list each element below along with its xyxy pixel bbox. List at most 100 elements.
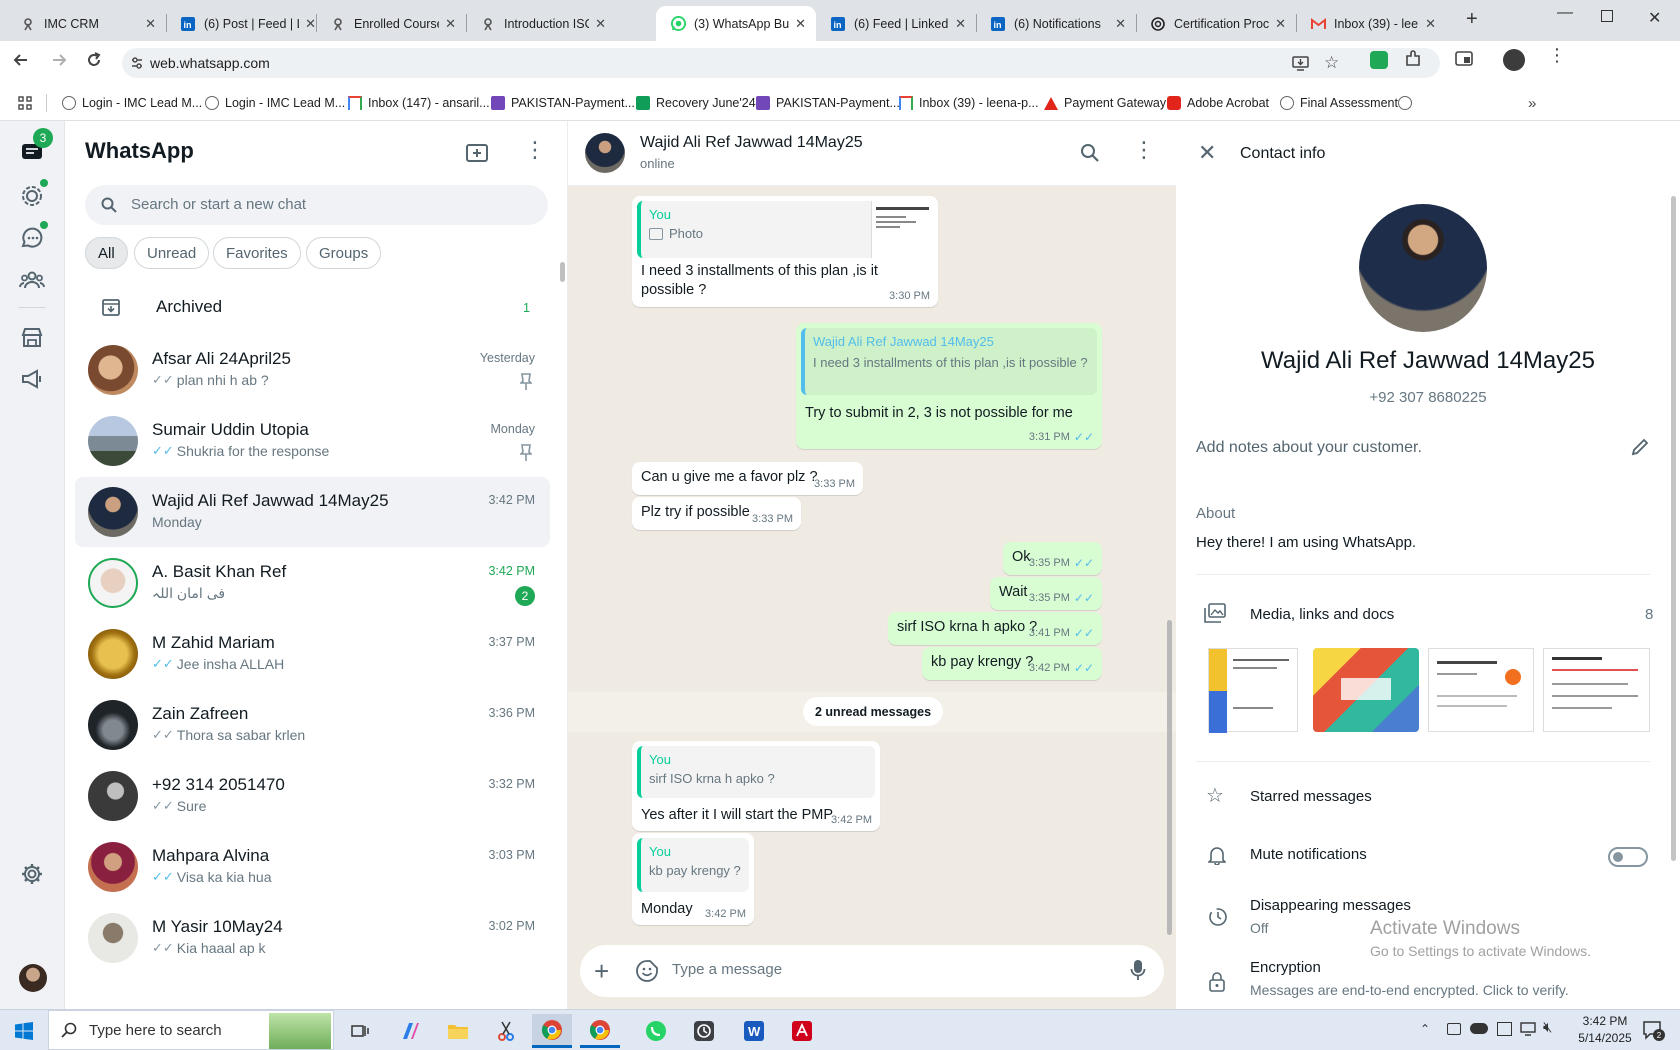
tab-introduction-iso[interactable]: Introduction ISO ✕ — [466, 6, 616, 41]
filter-unread-chip[interactable]: Unread — [134, 237, 210, 269]
filter-favorites-chip[interactable]: Favorites — [213, 237, 301, 269]
search-in-chat-icon[interactable] — [1080, 143, 1100, 163]
emoji-sticker-icon[interactable] — [636, 960, 658, 982]
media-links-docs-row[interactable]: Media, links and docs — [1250, 606, 1394, 623]
message-input[interactable]: Type a message — [672, 961, 782, 978]
bookmark-gmail-inbox-39[interactable]: Inbox (39) - leena-p... — [899, 85, 1039, 121]
tab-linkedin-feed[interactable]: in (6) Feed | Linked ✕ — [816, 6, 976, 41]
chrome-taskbar-icon[interactable] — [532, 1014, 572, 1048]
back-icon[interactable] — [12, 51, 30, 69]
message-bubble-incoming[interactable]: Plz try if possible 3:33 PM — [632, 497, 801, 530]
filter-groups-chip[interactable]: Groups — [306, 237, 382, 269]
filter-all-chip[interactable]: All — [85, 237, 128, 269]
status-icon[interactable] — [19, 179, 48, 209]
show-hidden-icons-chevron[interactable]: ⌃ — [1420, 1022, 1430, 1036]
tab-imc-crm[interactable]: IMC CRM ✕ — [6, 6, 166, 41]
bookmark-imc-login[interactable]: Login - IMC Lead M... — [62, 85, 202, 121]
onedrive-icon[interactable] — [1470, 1023, 1488, 1034]
tab-enrolled-courses[interactable]: Enrolled Courses ✕ — [316, 6, 466, 41]
message-bubble-outgoing[interactable]: Wajid Ali Ref Jawwad 14May25 I need 3 in… — [796, 323, 1102, 449]
my-profile-avatar[interactable] — [19, 964, 47, 992]
tab-whatsapp[interactable]: (3) WhatsApp Bu ✕ — [656, 6, 816, 41]
volume-muted-icon[interactable]: 🔇︎ — [1543, 1019, 1552, 1036]
chat-row-selected[interactable]: Wajid Ali Ref Jawwad 14May25 Monday 3:42… — [75, 477, 550, 547]
copilot-icon[interactable] — [390, 1014, 430, 1048]
contact-profile-photo[interactable] — [1359, 204, 1487, 332]
forward-icon[interactable] — [50, 51, 68, 69]
close-tab-icon[interactable]: ✕ — [795, 16, 806, 32]
settings-gear-icon[interactable] — [19, 861, 45, 887]
catalog-icon[interactable] — [19, 325, 45, 351]
tab-linkedin-notifications[interactable]: in (6) Notifications ✕ — [976, 6, 1136, 41]
close-tab-icon[interactable]: ✕ — [145, 16, 156, 32]
battery-display-icon[interactable] — [1497, 1022, 1512, 1036]
mute-notifications-toggle[interactable] — [1608, 847, 1648, 867]
address-bar[interactable]: web.whatsapp.com ☆ — [122, 48, 1440, 78]
customer-notes-field[interactable]: Add notes about your customer. — [1196, 439, 1422, 457]
file-explorer-icon[interactable] — [438, 1014, 478, 1048]
chat-row[interactable]: A. Basit Khan Ref فی امان اللہ 3:42 PM 2 — [75, 548, 550, 618]
new-chat-icon[interactable] — [466, 143, 488, 163]
extension-whatsapp-icon[interactable] — [1370, 51, 1388, 69]
channels-icon[interactable] — [19, 221, 48, 251]
message-bubble-incoming[interactable]: You kb pay krengy ? Monday 3:42 PM — [632, 833, 754, 925]
microphone-icon[interactable] — [1130, 959, 1146, 981]
chatlist-scrollbar[interactable] — [560, 262, 565, 282]
quoted-message[interactable]: You kb pay krengy ? — [637, 838, 749, 892]
tab-linkedin-post[interactable]: in (6) Post | Feed | L ✕ — [166, 6, 326, 41]
archived-row[interactable]: Archived 1 — [75, 283, 550, 331]
message-bubble-outgoing[interactable]: Wait 3:35 PM ✓✓ — [990, 577, 1102, 610]
bookmark-adobe-acrobat[interactable]: Adobe Acrobat — [1167, 85, 1269, 121]
conversation-scrollbar[interactable] — [1167, 620, 1172, 935]
media-thumbnail[interactable] — [1428, 648, 1534, 732]
close-tab-icon[interactable]: ✕ — [1425, 16, 1436, 32]
apps-grid-icon[interactable] — [18, 85, 32, 121]
minimize-window-icon[interactable]: — — [1557, 4, 1573, 22]
message-bubble-incoming[interactable]: You Photo I need 3 installments of this … — [632, 196, 938, 307]
communities-icon[interactable] — [19, 267, 45, 293]
conversation-menu-icon[interactable]: ⋮ — [1133, 139, 1155, 161]
chat-row[interactable]: +92 314 2051470 ✓✓ Sure 3:32 PM — [75, 761, 550, 831]
network-icon[interactable] — [1520, 1022, 1536, 1036]
close-tab-icon[interactable]: ✕ — [595, 16, 606, 32]
chat-row[interactable]: Zain Zafreen ✓✓ Thora sa sabar krlen 3:36… — [75, 690, 550, 760]
chats-icon[interactable]: 3 — [19, 128, 53, 164]
encryption-row[interactable]: Encryption — [1250, 959, 1321, 976]
taskbar-search-box[interactable]: Type here to search — [48, 1010, 334, 1050]
chat-row[interactable]: M Zahid Mariam ✓✓ Jee insha ALLAH 3:37 PM — [75, 619, 550, 689]
bookmark-pakistan-payment[interactable]: PAKISTAN-Payment... — [491, 85, 635, 121]
quoted-message[interactable]: Wajid Ali Ref Jawwad 14May25 I need 3 in… — [801, 328, 1097, 395]
word-taskbar-icon[interactable]: W — [734, 1014, 774, 1048]
bookmark-pakistan-payment-2[interactable]: PAKISTAN-Payment... — [756, 85, 900, 121]
quoted-message[interactable]: You Photo — [637, 201, 933, 258]
meet-now-icon[interactable] — [1447, 1023, 1461, 1035]
bookmark-final-assessment[interactable]: Final Assessment — [1280, 85, 1398, 121]
close-tab-icon[interactable]: ✕ — [1275, 16, 1286, 32]
bookmark-star-icon[interactable]: ☆ — [1324, 53, 1339, 73]
chrome-taskbar-icon-2[interactable] — [580, 1014, 620, 1048]
browser-menu-icon[interactable]: ⋮ — [1548, 46, 1566, 64]
bookmarks-overflow-icon[interactable]: » — [1528, 85, 1536, 121]
bookmark-payment-gateway[interactable]: Payment Gateway — [1044, 85, 1166, 121]
close-window-icon[interactable]: ✕ — [1648, 8, 1661, 28]
contact-info-scrollbar[interactable] — [1671, 196, 1676, 861]
tab-gmail-inbox[interactable]: Inbox (39) - leen ✕ — [1296, 6, 1446, 41]
site-info-icon[interactable] — [130, 56, 144, 70]
message-bubble-incoming[interactable]: Can u give me a favor plz ? 3:33 PM — [632, 462, 863, 495]
conversation-header[interactable]: Wajid Ali Ref Jawwad 14May25 online ⋮ — [568, 121, 1176, 186]
quoted-message[interactable]: You sirf ISO krna h apko ? — [637, 746, 875, 798]
search-input[interactable]: Search or start a new chat — [85, 185, 548, 225]
whatsapp-taskbar-icon[interactable] — [636, 1014, 676, 1048]
snipping-tool-icon[interactable] — [486, 1014, 526, 1048]
bookmark-imc-extra[interactable] — [1398, 85, 1418, 121]
message-bubble-outgoing[interactable]: kb pay krengy ? 3:42 PM ✓✓ — [922, 647, 1102, 680]
system-clock[interactable]: 3:42 PM 5/14/2025 — [1570, 1013, 1640, 1047]
disappearing-messages-row[interactable]: Disappearing messages — [1250, 897, 1411, 914]
tab-certification[interactable]: Certification Proc ✕ — [1136, 6, 1296, 41]
bookmark-imc-login-2[interactable]: Login - IMC Lead M... — [205, 85, 345, 121]
advertise-megaphone-icon[interactable] — [19, 366, 45, 392]
extensions-puzzle-icon[interactable] — [1404, 50, 1422, 68]
task-view-icon[interactable] — [340, 1014, 380, 1048]
media-thumbnail[interactable] — [1313, 648, 1419, 732]
chatlist-menu-icon[interactable]: ⋮ — [524, 139, 546, 161]
